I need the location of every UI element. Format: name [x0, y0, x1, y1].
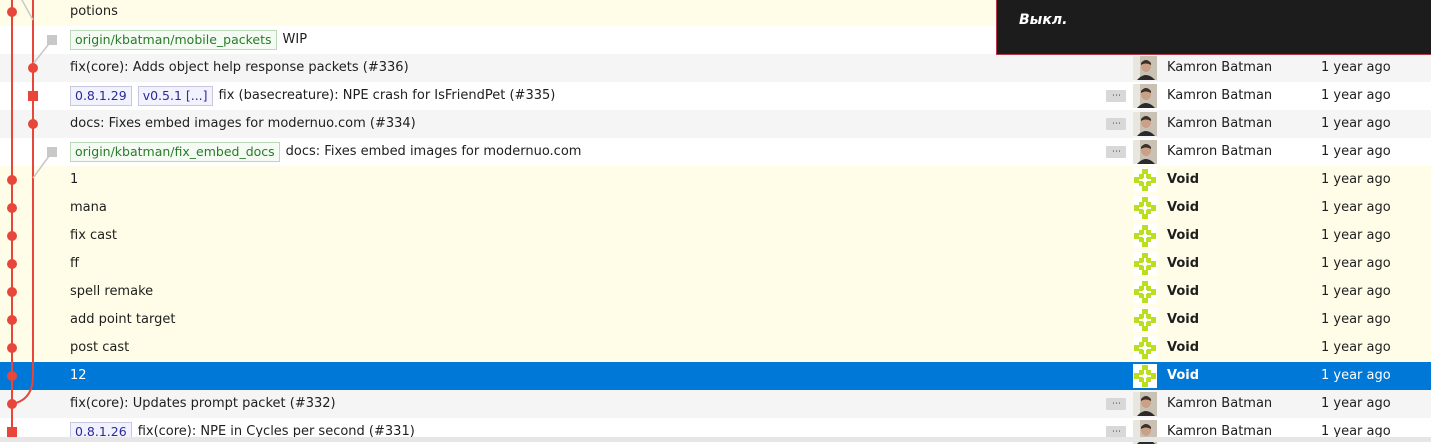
commit-message-cell: origin/kbatman/mobile_packets WIP	[70, 26, 307, 54]
commit-message-cell: 0.8.1.29 v0.5.1 [...] fix (basecreature): …	[70, 82, 555, 110]
commit-row[interactable]: fix cast Void 1 year ago	[0, 222, 1431, 250]
commit-message-cell: origin/kbatman/fix_embed_docs docs: Fixes…	[70, 138, 581, 166]
commit-message-cell: ff	[70, 250, 79, 278]
commit-message: WIP	[282, 32, 308, 47]
commit-date: 1 year ago	[1321, 368, 1391, 383]
commit-message-cell: potions	[70, 0, 118, 26]
commit-row[interactable]: post cast Void 1 year ago	[0, 334, 1431, 362]
commit-date: 1 year ago	[1321, 228, 1391, 243]
commit-message-cell: 12	[70, 362, 87, 390]
avatar	[1133, 196, 1157, 220]
commit-message: 12	[70, 368, 87, 383]
avatar	[1133, 336, 1157, 360]
avatar	[1133, 84, 1157, 108]
avatar	[1133, 252, 1157, 276]
commit-row[interactable]: origin/kbatman/fix_embed_docs docs: Fixes…	[0, 138, 1431, 166]
more-options-icon[interactable]: ⋯	[1106, 90, 1126, 102]
tag-label[interactable]: 0.8.1.29	[70, 86, 132, 106]
commit-message: fix(core): Adds object help response pac…	[70, 60, 409, 75]
commit-date: 1 year ago	[1321, 396, 1391, 411]
commit-author: Void	[1167, 200, 1200, 215]
notification-toast: Выкл.	[996, 0, 1431, 55]
more-options-icon[interactable]: ⋯	[1106, 398, 1126, 410]
avatar	[1133, 224, 1157, 248]
commit-date: 1 year ago	[1321, 60, 1391, 75]
commit-message-cell: mana	[70, 194, 107, 222]
commit-row[interactable]: docs: Fixes embed images for modernuo.co…	[0, 110, 1431, 138]
avatar	[1133, 308, 1157, 332]
commit-row[interactable]: 12 Void 1 year ago	[0, 362, 1431, 390]
commit-date: 1 year ago	[1321, 340, 1391, 355]
commit-author: Void	[1167, 284, 1200, 299]
commit-message-cell: add point target	[70, 306, 175, 334]
commit-author: Kamron Batman	[1167, 144, 1273, 159]
commit-message: potions	[70, 4, 118, 19]
commit-message-cell: fix cast	[70, 222, 117, 250]
commit-author: Kamron Batman	[1167, 88, 1273, 103]
commit-message-cell: fix(core): Adds object help response pac…	[70, 54, 409, 82]
commit-author: Void	[1167, 256, 1200, 271]
commit-message: docs: Fixes embed images for modernuo.co…	[70, 116, 416, 131]
commit-message: fix(core): Updates prompt packet (#332)	[70, 396, 336, 411]
more-options-icon[interactable]: ⋯	[1106, 146, 1126, 158]
commit-message: add point target	[70, 312, 176, 327]
commit-row[interactable]: mana Void 1 year ago	[0, 194, 1431, 222]
commit-date: 1 year ago	[1321, 88, 1391, 103]
commit-date: 1 year ago	[1321, 172, 1391, 187]
commit-author: Void	[1167, 312, 1200, 327]
commit-message-cell: spell remake	[70, 278, 153, 306]
avatar	[1133, 392, 1157, 416]
commit-date: 1 year ago	[1321, 144, 1391, 159]
commit-date: 1 year ago	[1321, 116, 1391, 131]
avatar	[1133, 280, 1157, 304]
commit-row[interactable]: spell remake Void 1 year ago	[0, 278, 1431, 306]
commit-message: fix cast	[70, 228, 117, 243]
commit-date: 1 year ago	[1321, 200, 1391, 215]
commit-row[interactable]: 1 Void 1 year ago	[0, 166, 1431, 194]
commit-message: mana	[70, 200, 107, 215]
commit-message-cell: post cast	[70, 334, 129, 362]
avatar	[1133, 140, 1157, 164]
commit-message: docs: Fixes embed images for modernuo.co…	[285, 144, 582, 159]
commit-message-cell: 1	[70, 166, 78, 194]
commit-date: 1 year ago	[1321, 284, 1391, 299]
commit-date: 1 year ago	[1321, 256, 1391, 271]
commit-author: Void	[1167, 228, 1200, 243]
commit-author: Kamron Batman	[1167, 60, 1273, 75]
commit-author: Void	[1167, 172, 1200, 187]
commit-message-cell: fix(core): Updates prompt packet (#332)	[70, 390, 336, 418]
commit-row[interactable]: add point target Void 1 year ago	[0, 306, 1431, 334]
avatar	[1133, 168, 1157, 192]
commit-author: Void	[1167, 340, 1200, 355]
branch-label[interactable]: origin/kbatman/fix_embed_docs	[70, 142, 280, 162]
commit-message: spell remake	[70, 284, 154, 299]
avatar	[1133, 112, 1157, 136]
commit-message: ff	[70, 256, 79, 271]
commit-message: 1	[70, 172, 79, 187]
commit-message-cell: docs: Fixes embed images for modernuo.co…	[70, 110, 416, 138]
commit-row[interactable]: 0.8.1.29 v0.5.1 [...] fix (basecreature): …	[0, 82, 1431, 110]
commit-row[interactable]: ff Void 1 year ago	[0, 250, 1431, 278]
commit-author: Kamron Batman	[1167, 396, 1273, 411]
commit-author: Void	[1167, 368, 1200, 383]
horizontal-scrollbar[interactable]	[0, 437, 1431, 442]
commit-author: Kamron Batman	[1167, 116, 1273, 131]
toast-text: Выкл.	[1019, 12, 1068, 28]
commit-message: post cast	[70, 340, 130, 355]
commit-row[interactable]: fix(core): Updates prompt packet (#332) ⋯…	[0, 390, 1431, 418]
avatar	[1133, 56, 1157, 80]
more-options-icon[interactable]: ⋯	[1106, 118, 1126, 130]
commit-message: fix (basecreature): NPE crash for IsFrie…	[218, 88, 556, 103]
branch-label[interactable]: origin/kbatman/mobile_packets	[70, 30, 277, 50]
avatar	[1133, 364, 1157, 388]
commit-row[interactable]: fix(core): Adds object help response pac…	[0, 54, 1431, 82]
tag-label[interactable]: v0.5.1 [...]	[137, 86, 213, 106]
commit-date: 1 year ago	[1321, 312, 1391, 327]
